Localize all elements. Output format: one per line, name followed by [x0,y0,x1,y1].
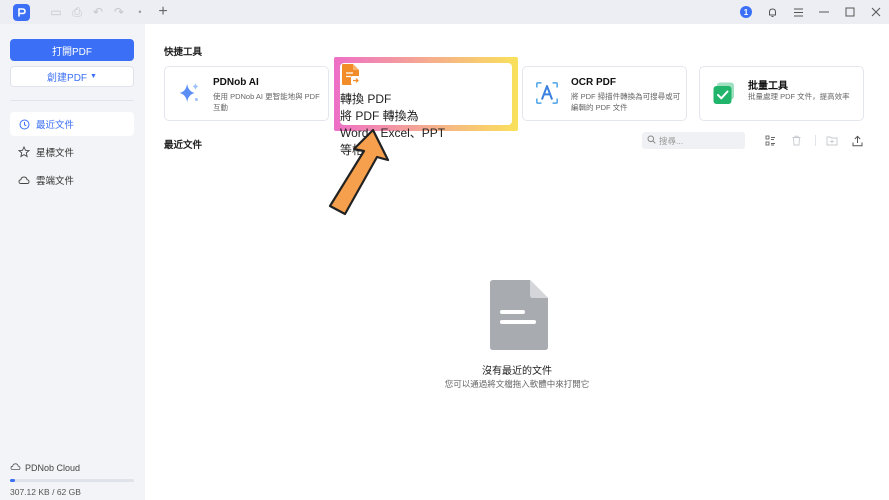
sidebar-item-cloud[interactable]: 雲端文件 [10,168,134,192]
convert-icon [340,63,512,90]
search-input[interactable] [659,135,739,146]
empty-file-icon [490,280,548,353]
more-icon[interactable]: • [134,4,146,20]
app-logo-icon[interactable] [13,4,30,21]
storage-text: 307.12 KB / 62 GB [10,487,81,497]
cloud-storage[interactable]: PDNob Cloud [10,462,80,473]
cloud-icon [10,462,21,473]
search-icon [647,135,656,146]
search-box[interactable] [642,132,745,149]
redo-icon[interactable]: ↷ [113,4,125,20]
tool-name: 轉換 PDF [340,92,392,106]
highlight-frame: 轉換 PDF 將 PDF 轉換為 Word、Excel、PPT 等格式 [334,57,518,157]
sidebar: 打開PDF 創建PDF ▼ 最近文件 星標文件 雲端文件 PDNob Cloud… [0,24,145,500]
storage-separator: / [52,487,55,497]
storage-total: 62 GB [56,487,81,497]
toolbar-divider [815,135,816,146]
tool-description: 批量處理 PDF 文件，提高效率 [748,92,850,101]
sidebar-item-label: 最近文件 [36,120,75,131]
sparkle-icon [177,79,201,107]
bell-icon[interactable] [759,0,785,24]
title-bar: ▭ ⎙ ↶ ↷ • + 1 [0,0,889,24]
tool-card-ocr-pdf[interactable]: OCR PDF 將 PDF 掃描件轉換為可搜尋或可編輯的 PDF 文件 [522,66,687,121]
maximize-icon[interactable] [837,0,863,24]
cloud-icon [18,174,30,186]
pointer-arrow-icon [326,126,390,221]
quick-tools-title: 快捷工具 [164,47,203,58]
close-icon[interactable] [863,0,889,24]
sidebar-item-recent[interactable]: 最近文件 [10,112,134,136]
notification-badge: 1 [740,6,752,18]
open-pdf-button[interactable]: 打開PDF [10,39,134,61]
sidebar-item-label: 星標文件 [36,148,75,159]
quick-toolbar: ▭ ⎙ ↶ ↷ • + [50,4,169,20]
tool-name: 批量工具 [748,81,788,92]
create-pdf-label: 創建PDF [47,73,88,84]
undo-icon[interactable]: ↶ [92,4,104,20]
save-icon[interactable]: ▭ [50,4,62,20]
star-icon [18,146,30,158]
storage-progress-fill [10,479,15,482]
tool-name: OCR PDF [571,77,616,88]
cloud-label: PDNob Cloud [25,462,81,473]
list-view-icon[interactable] [762,132,778,149]
clock-icon [18,118,30,130]
sidebar-item-label: 雲端文件 [36,176,75,187]
create-pdf-button[interactable]: 創建PDF ▼ [10,66,134,87]
recent-files-title: 最近文件 [164,140,203,151]
trash-icon[interactable] [788,132,804,149]
empty-state-subtitle: 您可以通過將文檔拖入軟體中來打開它 [444,379,590,389]
sidebar-divider [10,100,134,101]
storage-used: 307.12 KB [10,487,50,497]
minimize-icon[interactable] [811,0,837,24]
tool-card-batch[interactable]: 批量工具 批量處理 PDF 文件，提高效率 [699,66,864,121]
empty-state-title: 沒有最近的文件 [482,366,552,377]
tool-card-convert-pdf[interactable]: 轉換 PDF 將 PDF 轉換為 Word、Excel、PPT 等格式 [340,63,512,157]
tool-description: 使用 PDNob AI 更智能地與 PDF 互動 [213,92,320,112]
new-folder-icon[interactable] [824,132,840,149]
menu-icon[interactable] [785,0,811,24]
caret-down-icon: ▼ [90,73,97,80]
tool-name: PDNob AI [213,77,259,88]
tool-description: 將 PDF 掃描件轉換為可搜尋或可編輯的 PDF 文件 [571,92,681,112]
new-tab-icon[interactable]: + [157,4,169,20]
main-panel: 快捷工具 PDNob AI 使用 PDNob AI 更智能地與 PDF 互動 轉… [145,24,889,500]
storage-progress-bar [10,479,134,482]
ocr-icon [535,79,559,107]
tool-card-pdnob-ai[interactable]: PDNob AI 使用 PDNob AI 更智能地與 PDF 互動 [164,66,329,121]
upload-icon[interactable] [849,132,865,149]
sidebar-item-starred[interactable]: 星標文件 [10,140,134,164]
batch-icon [712,79,736,107]
notification-button[interactable]: 1 [733,0,759,24]
window-controls: 1 [733,0,889,24]
print-icon[interactable]: ⎙ [71,4,83,20]
